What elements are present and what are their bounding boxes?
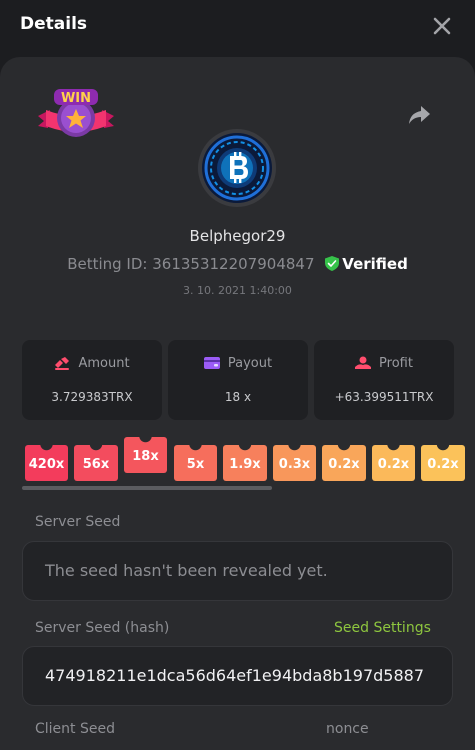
- close-icon[interactable]: [430, 14, 454, 38]
- wallet-icon: [203, 357, 220, 369]
- horizontal-scrollbar[interactable]: [22, 486, 272, 490]
- betting-id-label: Betting ID:: [67, 255, 148, 273]
- server-hash-field[interactable]: 474918211e1dca56d64ef1e94bda8b197d5887: [22, 646, 453, 706]
- amount-label: Amount: [78, 356, 130, 371]
- profit-card: Profit +63.399511TRX: [314, 340, 454, 420]
- payout-card: Payout 18 x: [168, 340, 308, 420]
- username: Belphegor29: [189, 227, 286, 245]
- profit-value: +63.399511TRX: [334, 390, 434, 404]
- multiplier-chip: 0.2x: [322, 444, 366, 481]
- multiplier-chip-highlighted: 18x: [124, 437, 167, 473]
- multiplier-chip: 5x: [174, 444, 217, 481]
- server-seed-field: The seed hasn't been revealed yet.: [22, 541, 453, 601]
- amount-icon: [55, 357, 70, 370]
- header-bar: Details: [0, 0, 475, 56]
- multiplier-chip: 0.3x: [273, 444, 316, 481]
- amount-value: 3.729383TRX: [51, 390, 133, 404]
- page-title: Details: [20, 14, 88, 34]
- avatar: [198, 129, 276, 207]
- betting-id-value: 36135312207904847: [152, 255, 315, 273]
- amount-card: Amount 3.729383TRX: [22, 340, 162, 420]
- profit-label: Profit: [379, 356, 413, 371]
- seed-settings-link[interactable]: Seed Settings: [334, 620, 431, 636]
- multiplier-chip: 0.2x: [372, 444, 415, 481]
- share-icon[interactable]: [406, 102, 432, 128]
- multiplier-chip: 1.9x: [223, 444, 267, 481]
- payout-value: 18 x: [224, 390, 252, 404]
- verified-status: Verified: [342, 255, 408, 273]
- server-hash-label: Server Seed (hash): [35, 620, 170, 636]
- multiplier-chip: 56x: [74, 444, 118, 481]
- bet-date: 3. 10. 2021 1:40:00: [183, 284, 292, 297]
- client-seed-label: Client Seed: [35, 721, 115, 737]
- nonce-label: nonce: [326, 721, 369, 737]
- profit-icon: [355, 356, 372, 369]
- server-seed-label: Server Seed: [35, 514, 121, 530]
- multiplier-strip[interactable]: 420x 56x 18x 5x 1.9x 0.3x 0.2x 0.2x 0.2x: [0, 437, 475, 487]
- win-badge-icon: WIN: [38, 89, 114, 137]
- win-badge-text: WIN: [61, 91, 91, 106]
- payout-label: Payout: [227, 356, 273, 371]
- multiplier-chip: 420x: [25, 444, 68, 481]
- betting-info: Betting ID: 36135312207904847 Verified: [0, 255, 475, 273]
- multiplier-chip: 0.2x: [421, 444, 465, 481]
- verified-shield-icon: [325, 256, 340, 271]
